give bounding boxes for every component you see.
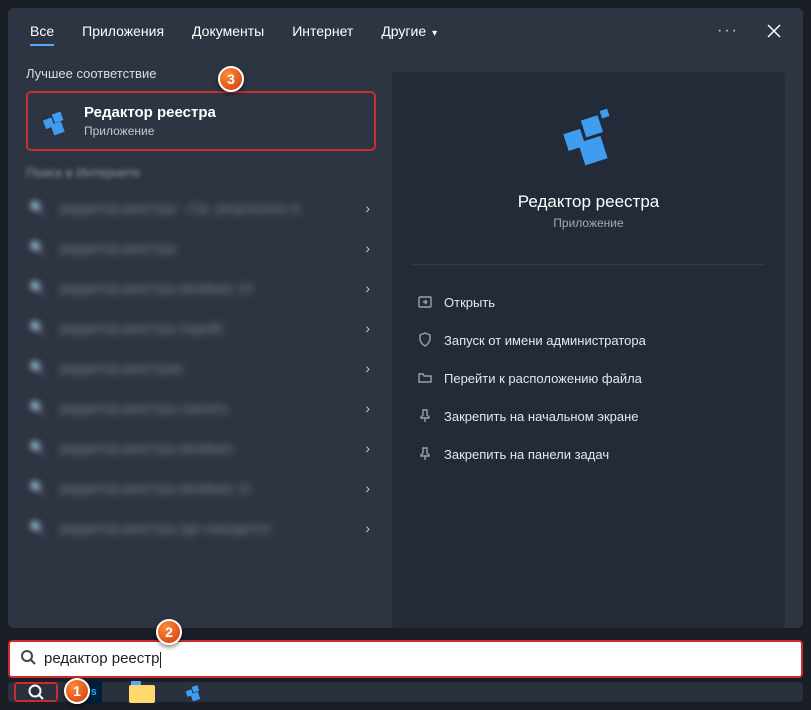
search-icon <box>27 683 45 701</box>
action-run-as-admin[interactable]: Запуск от имени администратора <box>412 321 765 359</box>
chevron-right-icon: › <box>365 280 376 296</box>
search-input-value: редактор реестр <box>44 650 161 667</box>
search-input[interactable]: редактор реестр <box>8 640 803 678</box>
regedit-icon <box>182 680 206 704</box>
regedit-icon <box>38 103 74 139</box>
web-result-row[interactable]: 🔍редактор реестра windows 10› <box>26 268 376 308</box>
chevron-right-icon: › <box>365 400 376 416</box>
web-result-row[interactable]: 🔍редактор реестра› <box>26 228 376 268</box>
web-result-row[interactable]: 🔍редактор реестров› <box>26 348 376 388</box>
action-pin-taskbar[interactable]: Закрепить на панели задач <box>412 435 765 473</box>
divider <box>412 264 765 265</box>
taskbar-app-regedit[interactable] <box>174 682 214 702</box>
chevron-right-icon: › <box>365 320 376 336</box>
chevron-right-icon: › <box>365 240 376 256</box>
preview-card: Редактор реестра Приложение Открыть Запу… <box>392 72 785 628</box>
tab-internet[interactable]: Интернет <box>278 12 367 50</box>
pin-icon <box>412 408 438 424</box>
annotation-badge-2: 2 <box>156 619 182 645</box>
chevron-right-icon: › <box>365 520 376 536</box>
web-result-row[interactable]: 🔍редактор реестра скачать› <box>26 388 376 428</box>
web-result-row[interactable]: 🔍редактор реестра где находится› <box>26 508 376 548</box>
annotation-badge-1: 1 <box>64 678 90 704</box>
best-match-header: Лучшее соответствие <box>26 66 376 81</box>
taskbar-search-button[interactable] <box>14 682 58 702</box>
best-match-title: Редактор реестра <box>84 104 216 122</box>
shield-icon <box>412 332 438 348</box>
chevron-right-icon: › <box>365 200 376 216</box>
action-open-file-location[interactable]: Перейти к расположению файла <box>412 359 765 397</box>
action-open[interactable]: Открыть <box>412 283 765 321</box>
preview-subtitle: Приложение <box>553 216 623 230</box>
chevron-right-icon: › <box>365 360 376 376</box>
best-match-result[interactable]: Редактор реестра Приложение <box>26 91 376 151</box>
folder-icon <box>412 370 438 386</box>
open-icon <box>412 294 438 310</box>
search-panel: Все Приложения Документы Интернет Другие… <box>8 8 803 628</box>
best-match-subtitle: Приложение <box>84 124 216 138</box>
pin-icon <box>412 446 438 462</box>
preview-title: Редактор реестра <box>518 192 659 212</box>
close-button[interactable] <box>753 10 795 52</box>
web-results-header: Поиск в Интернете <box>26 165 376 180</box>
tab-all[interactable]: Все <box>16 12 68 50</box>
regedit-icon <box>550 98 628 176</box>
web-result-row[interactable]: 🔍редактор реестра - См. результаты в› <box>26 188 376 228</box>
chevron-right-icon: › <box>365 480 376 496</box>
web-result-row[interactable]: 🔍редактор реестра windows› <box>26 428 376 468</box>
filter-tabs: Все Приложения Документы Интернет Другие… <box>8 8 803 54</box>
chevron-right-icon: › <box>365 440 376 456</box>
results-list: Лучшее соответствие Редактор реестра При… <box>8 54 386 628</box>
more-options-button[interactable]: ··· <box>703 22 753 40</box>
tab-apps[interactable]: Приложения <box>68 12 178 50</box>
web-result-row[interactable]: 🔍редактор реестра regedit› <box>26 308 376 348</box>
search-icon <box>20 649 36 670</box>
chevron-down-icon: ▾ <box>432 28 437 39</box>
tab-more[interactable]: Другие▾ <box>367 12 451 50</box>
annotation-badge-3: 3 <box>218 66 244 92</box>
web-result-row[interactable]: 🔍редактор реестра windows 11› <box>26 468 376 508</box>
close-icon <box>767 24 781 38</box>
tab-documents[interactable]: Документы <box>178 12 278 50</box>
file-explorer-icon <box>129 681 155 703</box>
taskbar-app-explorer[interactable] <box>122 682 162 702</box>
action-pin-start[interactable]: Закрепить на начальном экране <box>412 397 765 435</box>
taskbar: Ps <box>8 682 803 702</box>
